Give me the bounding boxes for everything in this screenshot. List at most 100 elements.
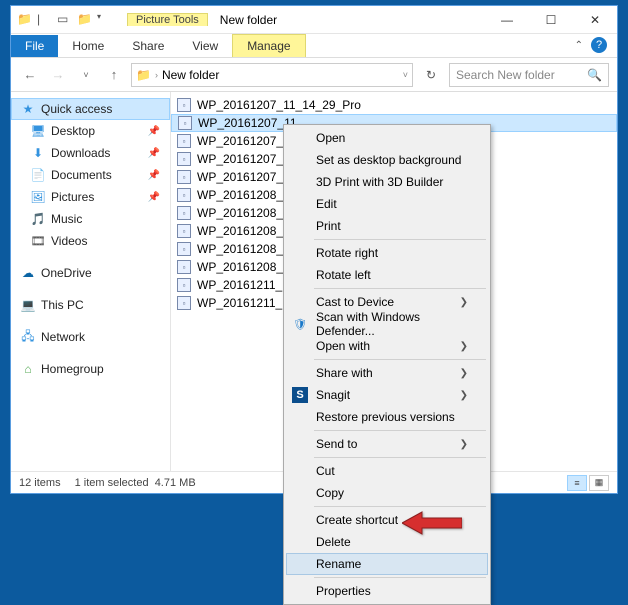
menu-item-copy[interactable]: Copy bbox=[286, 482, 488, 504]
image-file-icon: ▫ bbox=[177, 98, 191, 112]
menu-item-label: Snagit bbox=[316, 388, 350, 402]
image-file-icon: ▫ bbox=[177, 170, 191, 184]
menu-item-label: Rotate left bbox=[316, 268, 371, 282]
image-file-icon: ▫ bbox=[177, 224, 191, 238]
menu-item-snagit[interactable]: SSnagit❯ bbox=[286, 384, 488, 406]
image-file-icon: ▫ bbox=[177, 152, 191, 166]
shield-icon: 🛡 bbox=[292, 316, 308, 332]
address-bar[interactable]: 📁 › New folder ˅ bbox=[131, 63, 413, 87]
sidebar-item-pictures[interactable]: 🖼Pictures📌 bbox=[11, 186, 170, 208]
image-file-icon: ▫ bbox=[177, 296, 191, 310]
desktop-icon: 🖥 bbox=[31, 124, 45, 138]
menu-item-3d-print-with-3d-builder[interactable]: 3D Print with 3D Builder bbox=[286, 171, 488, 193]
up-button[interactable]: ↑ bbox=[103, 64, 125, 86]
status-size: 4.71 MB bbox=[155, 477, 196, 489]
tab-manage[interactable]: Manage bbox=[232, 34, 305, 57]
search-placeholder: Search New folder bbox=[456, 68, 555, 82]
status-selected: 1 item selected bbox=[75, 477, 149, 489]
menu-item-label: Rename bbox=[316, 557, 361, 571]
file-name: WP_20161207_11_14_29_Pro bbox=[197, 98, 361, 112]
sidebar-item-music[interactable]: 🎵Music bbox=[11, 208, 170, 230]
documents-icon: 📄 bbox=[31, 168, 45, 182]
sidebar-network[interactable]: 🖧Network bbox=[11, 326, 170, 348]
search-input[interactable]: Search New folder 🔍 bbox=[449, 63, 609, 87]
network-icon: 🖧 bbox=[21, 330, 35, 344]
file-row[interactable]: ▫ WP_20161207_11_14_29_Pro bbox=[171, 96, 617, 114]
menu-item-rotate-left[interactable]: Rotate left bbox=[286, 264, 488, 286]
menu-item-label: Copy bbox=[316, 486, 344, 500]
window-title: New folder bbox=[220, 13, 485, 27]
minimize-button[interactable]: — bbox=[485, 6, 529, 34]
menu-item-set-as-desktop-background[interactable]: Set as desktop background bbox=[286, 149, 488, 171]
image-file-icon: ▫ bbox=[177, 134, 191, 148]
menu-item-edit[interactable]: Edit bbox=[286, 193, 488, 215]
tab-file[interactable]: File bbox=[11, 35, 58, 57]
properties-icon[interactable]: ▭ bbox=[57, 12, 73, 28]
menu-item-label: Cut bbox=[316, 464, 335, 478]
chevron-right-icon: ❯ bbox=[460, 368, 468, 379]
menu-item-cut[interactable]: Cut bbox=[286, 460, 488, 482]
star-icon: ★ bbox=[21, 102, 35, 116]
menu-item-send-to[interactable]: Send to❯ bbox=[286, 433, 488, 455]
tab-home[interactable]: Home bbox=[58, 35, 118, 57]
menu-item-properties[interactable]: Properties bbox=[286, 580, 488, 602]
menu-item-rotate-right[interactable]: Rotate right bbox=[286, 242, 488, 264]
menu-item-label: Set as desktop background bbox=[316, 153, 461, 167]
refresh-button[interactable]: ↻ bbox=[419, 63, 443, 87]
view-icons-button[interactable]: ▦ bbox=[589, 475, 609, 491]
close-button[interactable]: ✕ bbox=[573, 6, 617, 34]
tab-view[interactable]: View bbox=[178, 35, 232, 57]
sidebar-this-pc[interactable]: 💻This PC bbox=[11, 294, 170, 316]
chevron-right-icon: ❯ bbox=[460, 390, 468, 401]
menu-separator bbox=[314, 506, 486, 507]
search-icon: 🔍 bbox=[587, 68, 602, 82]
menu-item-rename[interactable]: Rename bbox=[286, 553, 488, 575]
menu-item-open[interactable]: Open bbox=[286, 127, 488, 149]
menu-item-scan-with-windows-defender-[interactable]: 🛡Scan with Windows Defender... bbox=[286, 313, 488, 335]
sidebar-item-videos[interactable]: 🎞Videos bbox=[11, 230, 170, 252]
help-icon[interactable]: ? bbox=[591, 37, 607, 53]
menu-item-label: 3D Print with 3D Builder bbox=[316, 175, 443, 189]
ribbon-tabs: File Home Share View Manage ⌃ ? bbox=[11, 34, 617, 58]
sidebar-homegroup[interactable]: ⌂Homegroup bbox=[11, 358, 170, 380]
onedrive-icon: ☁ bbox=[21, 266, 35, 280]
address-dropdown-icon[interactable]: ˅ bbox=[403, 70, 408, 80]
menu-item-label: Edit bbox=[316, 197, 337, 211]
folder-icon: 📁 bbox=[17, 12, 33, 28]
menu-item-print[interactable]: Print bbox=[286, 215, 488, 237]
navigation-bar: ← → ˅ ↑ 📁 › New folder ˅ ↻ Search New fo… bbox=[11, 58, 617, 92]
menu-separator bbox=[314, 430, 486, 431]
tab-share[interactable]: Share bbox=[118, 35, 178, 57]
menu-item-share-with[interactable]: Share with❯ bbox=[286, 362, 488, 384]
ribbon-collapse-icon[interactable]: ⌃ bbox=[575, 40, 583, 51]
image-file-icon: ▫ bbox=[177, 278, 191, 292]
contextual-tab-picture-tools: Picture Tools bbox=[127, 13, 208, 26]
view-details-button[interactable]: ≡ bbox=[567, 475, 587, 491]
sidebar-quick-access[interactable]: ★ Quick access bbox=[11, 98, 170, 120]
recent-dropdown-icon[interactable]: ˅ bbox=[75, 64, 97, 86]
new-folder-icon[interactable]: 📁 bbox=[77, 12, 93, 28]
menu-item-label: Rotate right bbox=[316, 246, 378, 260]
sidebar-item-downloads[interactable]: ⬇Downloads📌 bbox=[11, 142, 170, 164]
chevron-right-icon[interactable]: › bbox=[155, 70, 158, 80]
sidebar-item-documents[interactable]: 📄Documents📌 bbox=[11, 164, 170, 186]
sidebar-onedrive[interactable]: ☁OneDrive bbox=[11, 262, 170, 284]
back-button[interactable]: ← bbox=[19, 64, 41, 86]
forward-button[interactable]: → bbox=[47, 64, 69, 86]
chevron-right-icon: ❯ bbox=[460, 341, 468, 352]
titlebar: 📁 | ▭ 📁 ▾ Picture Tools New folder — ☐ ✕ bbox=[11, 6, 617, 34]
homegroup-icon: ⌂ bbox=[21, 362, 35, 376]
menu-separator bbox=[314, 288, 486, 289]
maximize-button[interactable]: ☐ bbox=[529, 6, 573, 34]
folder-icon: 📁 bbox=[136, 68, 151, 82]
menu-item-label: Cast to Device bbox=[316, 295, 394, 309]
qat-dropdown-icon[interactable]: ▾ bbox=[97, 12, 113, 28]
qat-separator-icon: | bbox=[37, 12, 53, 28]
address-path[interactable]: New folder bbox=[162, 68, 219, 82]
menu-item-open-with[interactable]: Open with❯ bbox=[286, 335, 488, 357]
downloads-icon: ⬇ bbox=[31, 146, 45, 160]
menu-item-label: Create shortcut bbox=[316, 513, 398, 527]
menu-item-restore-previous-versions[interactable]: Restore previous versions bbox=[286, 406, 488, 428]
chevron-right-icon: ❯ bbox=[460, 297, 468, 308]
sidebar-item-desktop[interactable]: 🖥Desktop📌 bbox=[11, 120, 170, 142]
